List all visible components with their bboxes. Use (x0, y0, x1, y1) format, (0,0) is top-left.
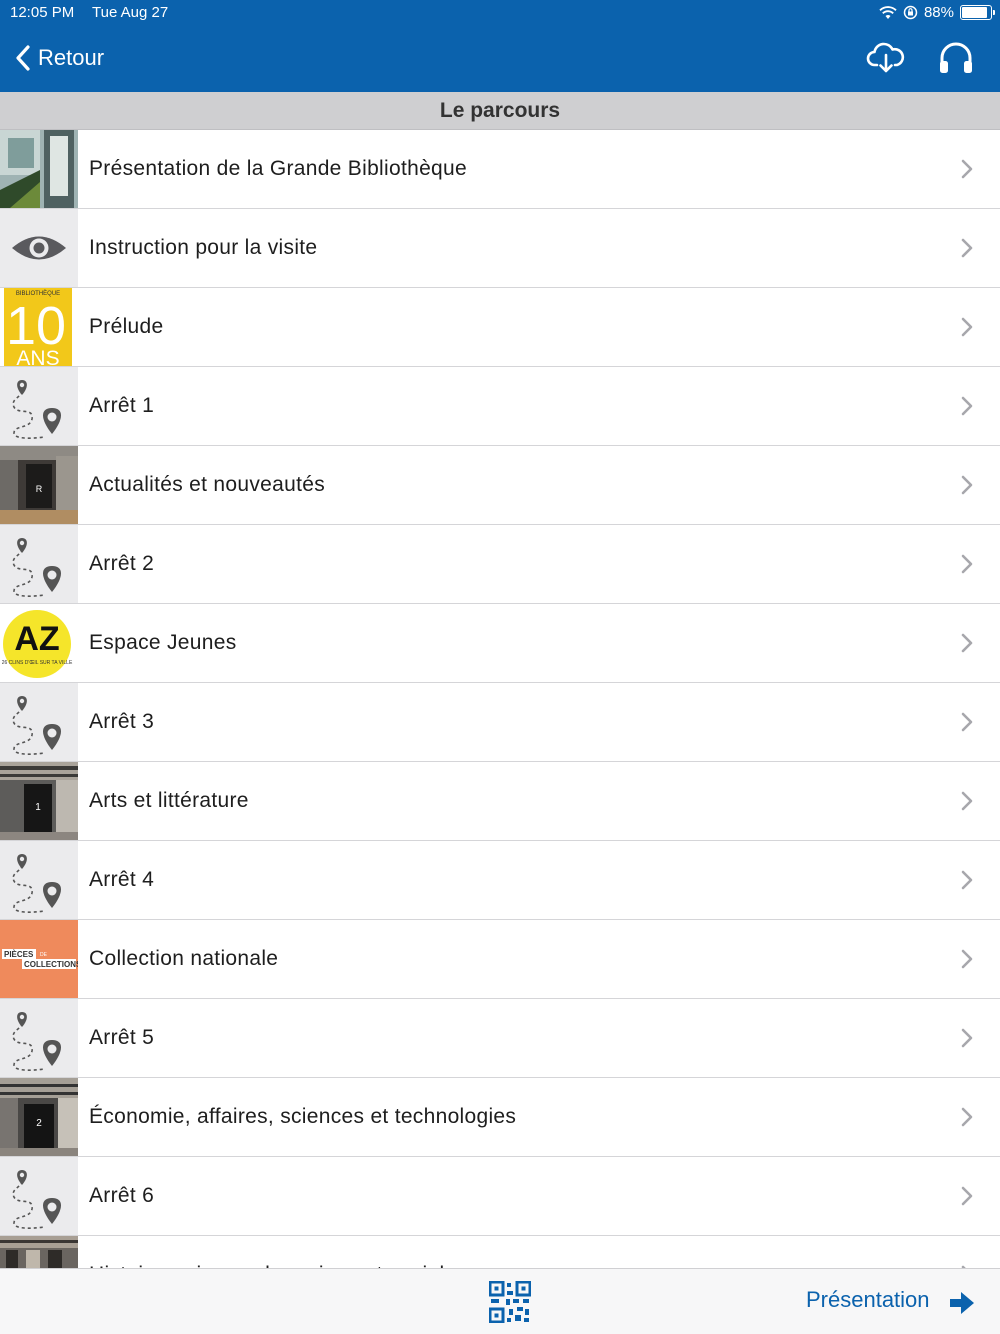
chevron-right-icon (961, 791, 973, 811)
item-label: Économie, affaires, sciences et technolo… (89, 1105, 517, 1128)
item-label: Arrêt 6 (89, 1184, 155, 1207)
chevron-left-icon (16, 45, 30, 71)
battery-icon (960, 5, 995, 20)
status-right: 88% (879, 4, 995, 21)
sign-r-photo: R (0, 446, 78, 524)
chevron-right-icon (961, 870, 973, 890)
chevron-right-icon (961, 1186, 973, 1206)
item-label: Arrêt 5 (89, 1026, 155, 1049)
arrow-right-icon[interactable] (948, 1290, 976, 1316)
status-time: 12:05 PM (10, 4, 75, 21)
chevron-right-icon (961, 238, 973, 258)
list-item[interactable]: Histoire, sciences humaines et sociales (0, 1236, 1000, 1270)
list-item[interactable]: 1 Arts et littérature (0, 762, 1000, 841)
route-pin-icon (0, 367, 78, 445)
list-item[interactable]: PIÈCES DE COLLECTIONS Collection nationa… (0, 920, 1000, 999)
route-pin-icon (0, 683, 78, 761)
list-item[interactable]: Instruction pour la visite (0, 209, 1000, 288)
app-screen: 12:05 PM Tue Aug 27 88% Retour Le parcou… (0, 0, 1000, 1334)
pieces-de-collections-logo: PIÈCES DE COLLECTIONS (0, 920, 78, 998)
list-item[interactable]: Présentation de la Grande Bibliothèque (0, 130, 1000, 209)
qr-code-icon[interactable] (489, 1281, 531, 1323)
list-item[interactable]: Arrêt 3 (0, 683, 1000, 762)
eye-icon (0, 209, 78, 287)
status-bar: 12:05 PM Tue Aug 27 88% (0, 4, 1000, 24)
navigation-bar: 12:05 PM Tue Aug 27 88% Retour (0, 0, 1000, 92)
svg-text:R: R (36, 484, 43, 494)
chevron-right-icon (961, 949, 973, 969)
chevron-right-icon (961, 159, 973, 179)
headphones-icon[interactable] (936, 40, 976, 76)
list-item[interactable]: Arrêt 5 (0, 999, 1000, 1078)
svg-text:26 CLINS D'ŒIL SUR TA VILLE: 26 CLINS D'ŒIL SUR TA VILLE (2, 660, 73, 666)
section-header: Le parcours (0, 92, 1000, 130)
bibliotheque-10-ans-logo: BIBLIOTHÈQUE 10 ANS (0, 288, 78, 366)
list-item[interactable]: AZ 26 CLINS D'ŒIL SUR TA VILLE Espace Je… (0, 604, 1000, 683)
shelves-photo (0, 1236, 78, 1270)
sign-1-photo: 1 (0, 762, 78, 840)
list-item[interactable]: Arrêt 6 (0, 1157, 1000, 1236)
svg-text:AZ: AZ (14, 620, 59, 658)
az-logo: AZ 26 CLINS D'ŒIL SUR TA VILLE (0, 604, 78, 682)
route-pin-icon (0, 841, 78, 919)
item-label: Arrêt 2 (89, 552, 155, 575)
route-pin-icon (0, 1157, 78, 1235)
chevron-right-icon (961, 475, 973, 495)
chevron-right-icon (961, 396, 973, 416)
bottom-toolbar: Présentation (0, 1268, 1000, 1334)
svg-text:PIÈCES: PIÈCES (4, 950, 34, 959)
building-photo-thumb (0, 130, 78, 208)
chevron-right-icon (961, 317, 973, 337)
next-presentation-link[interactable]: Présentation (806, 1287, 930, 1313)
back-label: Retour (38, 45, 105, 70)
orientation-lock-icon (903, 5, 918, 20)
item-label: Arrêt 1 (89, 394, 155, 417)
list-item[interactable]: Arrêt 2 (0, 525, 1000, 604)
item-label: Espace Jeunes (89, 631, 237, 654)
battery-percent: 88% (923, 4, 954, 21)
list-item[interactable]: Arrêt 4 (0, 841, 1000, 920)
list-item[interactable]: R Actualités et nouveautés (0, 446, 1000, 525)
chevron-right-icon (961, 554, 973, 574)
svg-text:DE: DE (40, 952, 48, 958)
chevron-right-icon (961, 633, 973, 653)
chevron-right-icon (961, 712, 973, 732)
item-label: Prélude (89, 315, 164, 338)
svg-text:2: 2 (36, 1118, 42, 1129)
route-pin-icon (0, 525, 78, 603)
list-item[interactable]: 2 Économie, affaires, sciences et techno… (0, 1078, 1000, 1157)
item-label: Arts et littérature (89, 789, 249, 812)
svg-text:1: 1 (35, 802, 41, 813)
item-label: Arrêt 4 (89, 868, 155, 891)
list-item[interactable]: Arrêt 1 (0, 367, 1000, 446)
item-label: Histoire, sciences humaines et sociales (89, 1236, 467, 1270)
item-label: Arrêt 3 (89, 710, 155, 733)
route-pin-icon (0, 999, 78, 1077)
eye-icon-thumb (0, 209, 78, 287)
wifi-icon (879, 5, 897, 19)
cloud-download-icon[interactable] (866, 40, 906, 76)
chevron-right-icon (961, 1107, 973, 1127)
chevron-right-icon (961, 1028, 973, 1048)
tour-list: Présentation de la Grande Bibliothèque I… (0, 130, 1000, 1270)
list-item[interactable]: BIBLIOTHÈQUE 10 ANS Prélude (0, 288, 1000, 367)
item-label: Actualités et nouveautés (89, 473, 326, 496)
item-label: Instruction pour la visite (89, 236, 318, 259)
back-button[interactable]: Retour (14, 40, 104, 76)
status-date: Tue Aug 27 (92, 4, 169, 21)
item-label: Présentation de la Grande Bibliothèque (89, 157, 467, 180)
svg-text:ANS: ANS (16, 347, 59, 366)
svg-text:COLLECTIONS: COLLECTIONS (24, 960, 78, 969)
item-label: Collection nationale (89, 947, 279, 970)
sign-2-photo: 2 (0, 1078, 78, 1156)
